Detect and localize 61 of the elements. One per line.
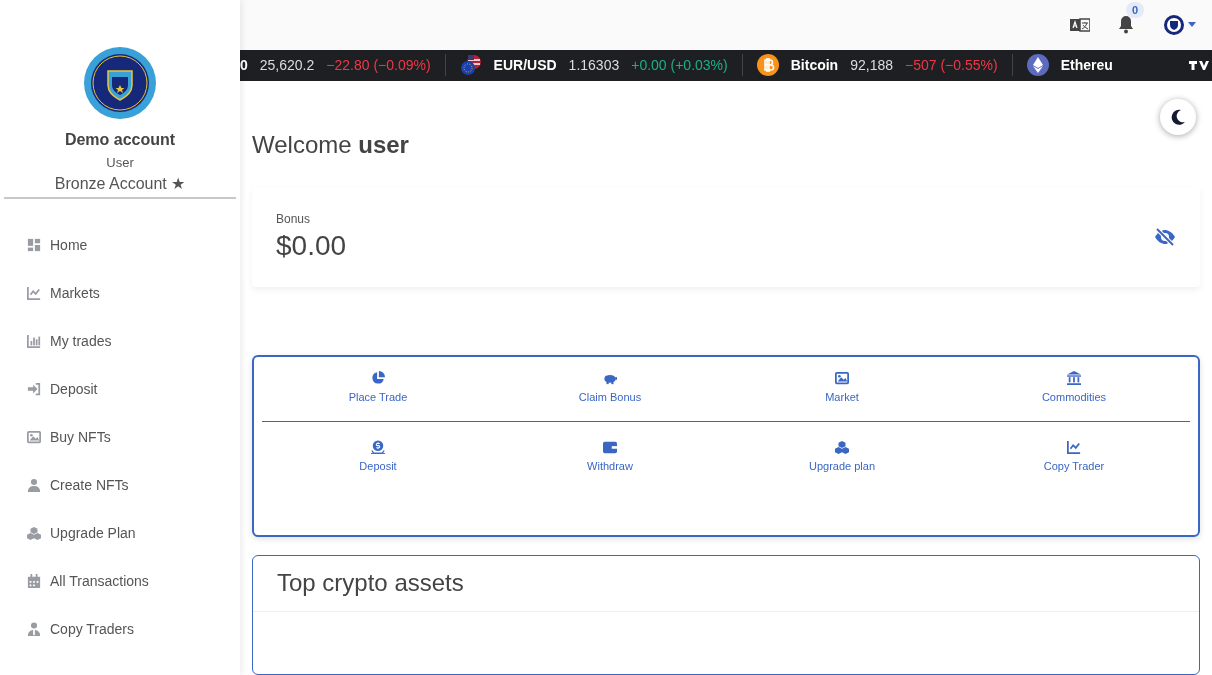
coin-icon (371, 440, 385, 454)
quick-action[interactable]: Place Trade (262, 371, 494, 403)
card-title: Top crypto assets (253, 556, 1199, 612)
ticker-symbol: Bitcoin (790, 57, 839, 74)
quick-action[interactable]: Claim Bonus (494, 371, 726, 403)
notification-bell-icon (1116, 14, 1136, 34)
ticker-price: 1.16303 (568, 57, 620, 74)
image-icon (27, 430, 41, 444)
welcome-heading: Welcome user (252, 131, 410, 159)
cubes-icon (27, 526, 41, 540)
sidebar-item[interactable]: Upgrade Plan (0, 509, 240, 557)
ticker-change: −22.80 (−0.09%) (326, 57, 431, 74)
quick-action[interactable]: Market (726, 371, 958, 403)
bonus-amount: $0.00 (276, 230, 347, 262)
caret-icon (1188, 22, 1196, 28)
account-name: Demo account (64, 131, 176, 149)
quick-action[interactable]: Copy Trader (958, 440, 1190, 472)
image-icon (835, 371, 849, 385)
membership-label: Bronze Account ★ (54, 174, 186, 193)
sidebar-item[interactable]: Copy Traders (0, 605, 240, 653)
sidebar-item[interactable]: Markets (0, 269, 240, 317)
pie-chart-icon (371, 371, 385, 385)
quick-action[interactable]: Commodities (958, 371, 1190, 403)
sidebar-item[interactable]: My trades (0, 317, 240, 365)
ticker-symbol: EUR/USD (493, 57, 557, 74)
eye-slash-icon[interactable] (1154, 226, 1176, 248)
ticker-price: 92,188 (850, 57, 893, 74)
cubes-icon (835, 440, 849, 454)
translate-icon (1070, 15, 1090, 35)
ticker-change: +0.00 (+0.03%) (631, 57, 728, 74)
notification-count: 0 (1126, 2, 1145, 18)
bar-chart-icon (27, 334, 41, 348)
person-icon (27, 622, 41, 636)
calendar-icon (27, 574, 41, 588)
sidebar-item[interactable]: Buy NFTs (0, 413, 240, 461)
line-chart-icon (27, 286, 41, 300)
quick-action[interactable]: Upgrade plan (726, 440, 958, 472)
bonus-label: Bonus (276, 212, 312, 226)
person-icon (27, 478, 41, 492)
account-role: User (106, 155, 134, 170)
wallet-icon (603, 440, 617, 454)
grid-icon (27, 238, 41, 252)
quick-action[interactable]: Withdraw (494, 440, 726, 472)
sidebar-item[interactable]: Deposit (0, 365, 240, 413)
sign-in-icon (27, 382, 41, 396)
club-crest-icon (84, 47, 156, 119)
dark-mode-button[interactable] (1160, 99, 1196, 135)
bank-icon (1067, 371, 1081, 385)
quick-action[interactable]: Deposit (262, 440, 494, 472)
flags-icon (459, 54, 482, 77)
sidebar-item[interactable]: Create NFTs (0, 461, 240, 509)
line-chart-icon (1067, 440, 1081, 454)
sidebar-item[interactable]: All Transactions (0, 557, 240, 605)
sidebar-item[interactable]: Home (0, 221, 240, 269)
ticker-symbol: 0 (240, 57, 248, 74)
ticker-price: 25,620.2 (259, 57, 315, 74)
ethereum-icon (1026, 54, 1049, 77)
avatar-menu[interactable] (1164, 15, 1196, 35)
ticker-change: −507 (−0.55%) (905, 57, 998, 74)
ticker-symbol: Ethereu (1060, 57, 1113, 74)
bitcoin-icon (756, 54, 779, 77)
